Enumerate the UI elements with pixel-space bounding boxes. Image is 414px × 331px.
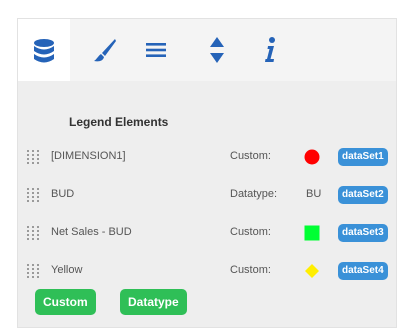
dataset-button[interactable]: dataSet2 (338, 186, 388, 204)
legend-row: [DIMENSION1] Custom: dataSet1 (18, 145, 396, 169)
tab-sort[interactable] (191, 19, 243, 81)
tab-appearance[interactable] (78, 19, 130, 81)
datatype-swatch-text[interactable]: BU (306, 188, 321, 200)
tab-bar (18, 19, 396, 82)
legend-row: Yellow Custom: dataSet4 (18, 259, 396, 283)
color-swatch-square[interactable] (304, 225, 320, 241)
brush-icon (94, 39, 116, 62)
drag-handle-icon[interactable] (27, 188, 39, 202)
tab-data[interactable] (18, 19, 70, 82)
color-swatch-diamond[interactable] (304, 263, 320, 279)
legend-type-label: Custom: (230, 226, 271, 238)
sort-icon (210, 37, 224, 63)
legend-item-label: BUD (51, 188, 75, 200)
legend-item-label: Yellow (51, 264, 83, 276)
dataset-button[interactable]: dataSet4 (338, 262, 388, 280)
add-datatype-button[interactable]: Datatype (120, 289, 187, 315)
color-swatch-circle[interactable] (304, 149, 320, 165)
legend-item-label: Net Sales - BUD (51, 226, 132, 238)
drag-handle-icon[interactable] (27, 264, 39, 278)
legend-settings-panel: Legend Elements [DIMENSION1] Custom: dat (17, 18, 397, 328)
dataset-button[interactable]: dataSet1 (338, 148, 388, 166)
tab-list[interactable] (130, 19, 182, 81)
tab-info[interactable] (244, 19, 296, 81)
drag-handle-icon[interactable] (27, 150, 39, 164)
legend-type-label: Custom: (230, 264, 271, 276)
screen: Legend Elements [DIMENSION1] Custom: dat (0, 0, 414, 331)
info-icon (265, 37, 275, 62)
dataset-button[interactable]: dataSet3 (338, 224, 388, 242)
add-custom-button[interactable]: Custom (35, 289, 96, 315)
legend-type-label: Custom: (230, 150, 271, 162)
legend-row: BUD Datatype: BU dataSet2 (18, 183, 396, 207)
legend-row: Net Sales - BUD Custom: dataSet3 (18, 221, 396, 245)
drag-handle-icon[interactable] (27, 226, 39, 240)
legend-content: Legend Elements [DIMENSION1] Custom: dat (18, 81, 396, 327)
section-title: Legend Elements (69, 115, 169, 129)
database-icon (34, 38, 54, 62)
legend-item-label: [DIMENSION1] (51, 150, 126, 162)
list-icon (146, 43, 166, 57)
legend-type-label: Datatype: (230, 188, 278, 200)
